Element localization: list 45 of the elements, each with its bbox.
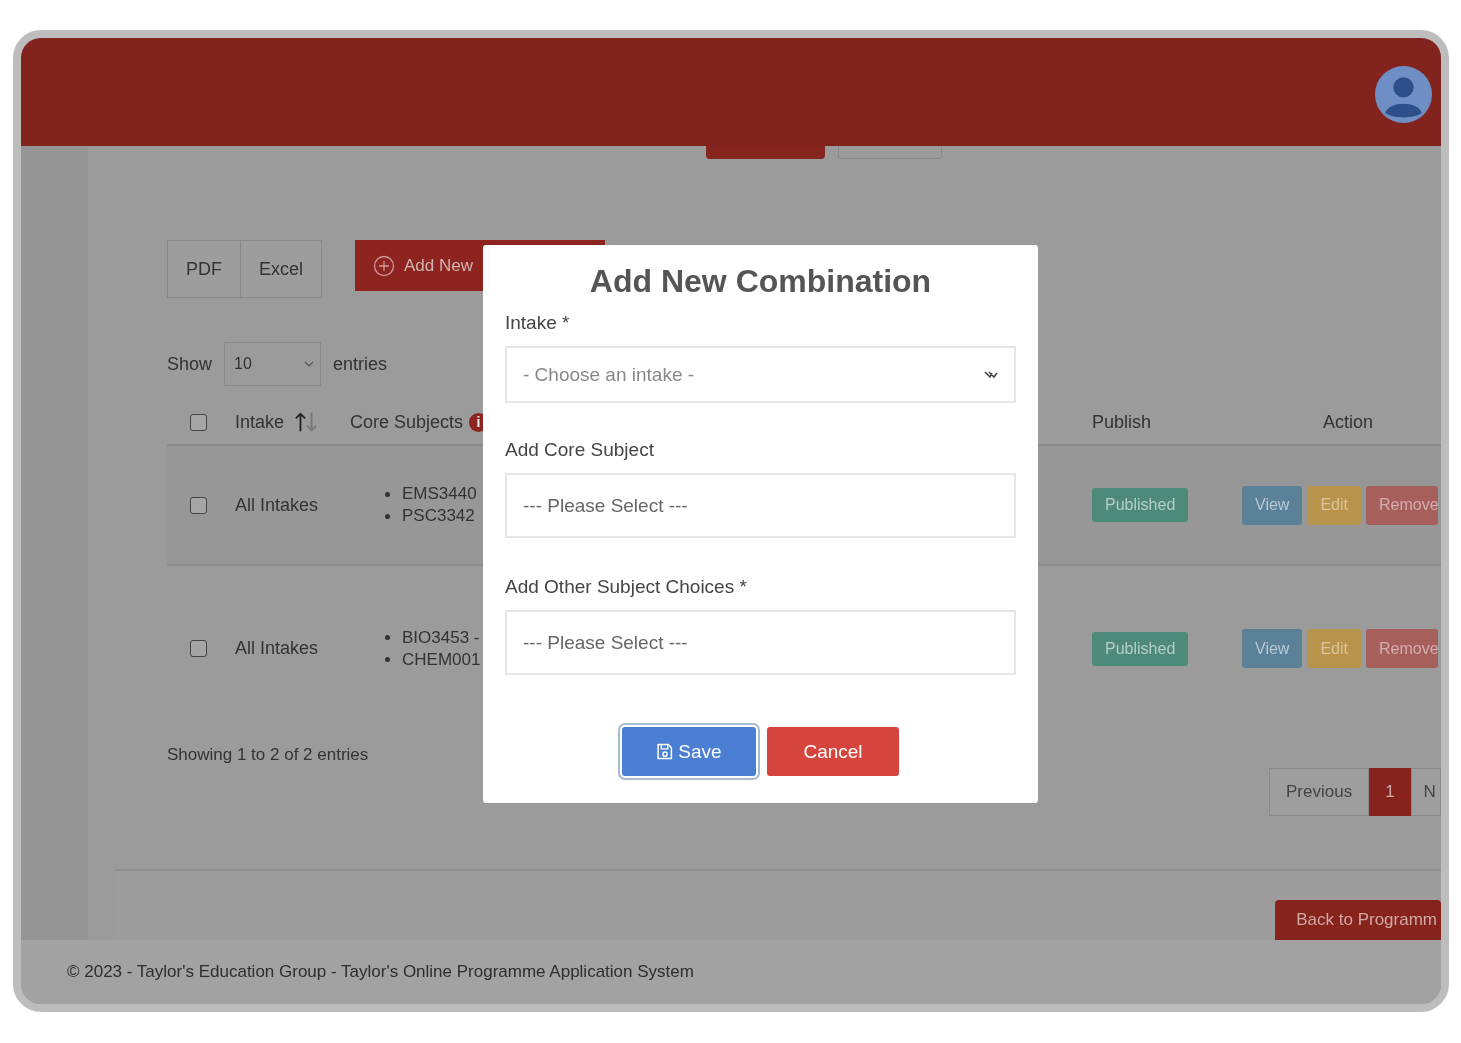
- remove-button[interactable]: Remove: [1365, 629, 1438, 668]
- checkbox[interactable]: [190, 496, 207, 514]
- page-button[interactable]: Previous: [1269, 768, 1370, 816]
- copyright-text: © 2023 - Taylor's Education Group - Taylor's Online Programme Application System: [67, 962, 694, 982]
- back-button[interactable]: Back to Programm: [1275, 900, 1441, 940]
- column-header[interactable]: Intake: [235, 411, 285, 433]
- input-field[interactable]: --- Please Select ---: [505, 473, 1016, 538]
- save-icon: [656, 743, 674, 760]
- page-button[interactable]: 1: [1369, 768, 1411, 816]
- column-header[interactable]: Action: [1323, 411, 1374, 433]
- field-label: Add Core Subject: [505, 439, 655, 461]
- show-label: Show: [167, 353, 213, 375]
- entries-select[interactable]: 10: [224, 342, 322, 386]
- subject-code: PSC3342: [402, 506, 475, 526]
- plus-circle-icon: [373, 254, 395, 277]
- avatar-icon[interactable]: [1375, 66, 1432, 123]
- bullet-icon: [385, 635, 390, 640]
- subject-code: BIO3453 -: [402, 627, 480, 648]
- table-cell: All Intakes: [235, 494, 319, 516]
- input-field[interactable]: --- Please Select ---: [505, 610, 1016, 675]
- published-badge: Published: [1092, 488, 1189, 522]
- table-cell: All Intakes: [235, 638, 319, 659]
- field-label: Add Other Subject Choices *: [505, 576, 748, 598]
- checkbox[interactable]: [190, 413, 207, 431]
- entries-label: entries: [333, 353, 388, 375]
- chevron-down-icon: [304, 361, 315, 367]
- sort-icon[interactable]: [294, 410, 319, 434]
- page-button[interactable]: N: [1410, 768, 1441, 816]
- column-header[interactable]: Core Subjects: [350, 411, 464, 433]
- subject-code: CHEM001: [402, 649, 481, 670]
- column-header[interactable]: Publish: [1092, 411, 1152, 432]
- view-button[interactable]: View: [1242, 485, 1303, 525]
- remove-button[interactable]: Remove: [1365, 485, 1438, 525]
- bullet-icon: [385, 491, 390, 497]
- bullet-icon: [385, 657, 390, 662]
- entries-info: Showing 1 to 2 of 2 entries: [167, 745, 369, 764]
- field-label: Intake *: [505, 312, 571, 334]
- published-badge: Published: [1092, 631, 1189, 666]
- view-button[interactable]: View: [1242, 629, 1303, 668]
- subject-code: EMS3440: [402, 484, 477, 504]
- cancel-button[interactable]: Cancel: [767, 727, 899, 776]
- checkbox[interactable]: [190, 640, 207, 657]
- chevron-down-icon: [984, 369, 998, 380]
- bullet-icon: [385, 513, 390, 519]
- select-field[interactable]: - Choose an intake -: [505, 346, 1016, 403]
